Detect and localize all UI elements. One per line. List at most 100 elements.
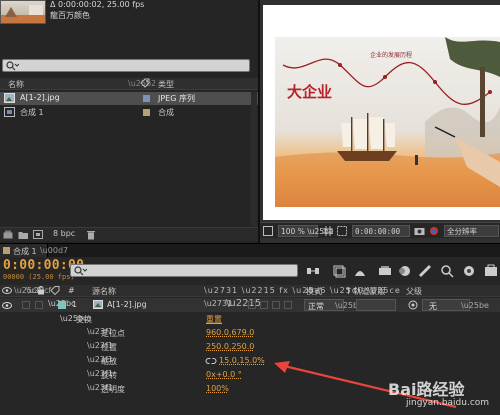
lock-icon xyxy=(38,286,44,295)
timeline-column-header: \u25c0) \u25cf # 源名称 \u2731 \u2215 fx \u… xyxy=(0,285,500,297)
property-name: 透明度 xyxy=(101,385,125,394)
column-parent: 父级 xyxy=(406,287,422,296)
project-footer: 8 bpc xyxy=(0,227,258,241)
property-value[interactable]: 250.0,250.0 xyxy=(206,342,254,351)
property-row-position: \u23f1 位置 250.0,250.0 xyxy=(0,340,500,354)
item-type: 合成 xyxy=(158,108,174,117)
tab-composition[interactable]: 合成 1 \u00d7 xyxy=(0,244,68,258)
trkmat-dropdown[interactable] xyxy=(356,299,396,311)
project-column-header: 名称 \u25b2 类型 xyxy=(0,78,258,90)
project-scrollbar[interactable] xyxy=(251,92,257,226)
label-color-swatch[interactable] xyxy=(143,109,150,116)
show-channel-icon[interactable] xyxy=(429,226,439,236)
property-row-anchor-point: \u23f1 定位点 960.0,679.0 xyxy=(0,326,500,340)
pick-whip-icon[interactable] xyxy=(408,300,418,310)
new-composition-icon[interactable] xyxy=(33,230,44,240)
reset-link[interactable]: 重置 xyxy=(206,314,222,325)
artwork-development-text: 企业的发展历程 xyxy=(370,51,412,59)
layer-index: 1 xyxy=(72,300,78,309)
constrain-proportions-link-icon[interactable] xyxy=(205,357,217,365)
property-name: 旋转 xyxy=(101,371,117,380)
label-color-swatch[interactable] xyxy=(143,95,150,102)
render-icon[interactable] xyxy=(484,264,498,278)
item-name: A[1-2].jpg xyxy=(20,93,60,102)
parent-dropdown[interactable]: 无 \u25be xyxy=(422,299,489,311)
property-value[interactable]: 15.0,15.0% xyxy=(219,356,265,365)
tab-color-swatch xyxy=(3,247,10,254)
transform-label: 变换 xyxy=(76,315,92,324)
column-number: # xyxy=(68,286,75,295)
bit-depth[interactable]: 8 bpc xyxy=(53,229,75,238)
search-icon xyxy=(74,266,87,276)
property-name: 位置 xyxy=(101,343,117,352)
mask-visibility-icon[interactable] xyxy=(337,226,347,236)
composition-mini-flowchart-icon[interactable] xyxy=(306,264,320,278)
chevron-down-icon: \u25be xyxy=(461,301,489,310)
layer-label-swatch[interactable] xyxy=(58,301,66,309)
resolution-value: 全分辨率 xyxy=(447,227,477,236)
3d-layer-switch[interactable] xyxy=(284,301,292,309)
close-icon[interactable]: \u00d7 xyxy=(40,246,68,255)
zoom-dropdown[interactable]: 100 % \u25be xyxy=(278,225,333,237)
video-visibility-icon xyxy=(2,287,12,294)
timeline-search-input[interactable] xyxy=(70,264,298,277)
item-name: 合成 1 xyxy=(20,108,44,117)
comp-subinfo: 龍百万颜色 xyxy=(50,11,90,20)
brainstorm-icon[interactable] xyxy=(440,264,454,278)
mode-dropdown[interactable]: 正常 \u25be xyxy=(304,299,363,311)
tag-icon xyxy=(140,78,150,88)
new-folder-icon[interactable] xyxy=(18,230,29,240)
tag-icon xyxy=(50,286,60,295)
layer-name: A[1-2].jpg xyxy=(107,300,147,309)
column-type[interactable]: 类型 xyxy=(158,79,174,90)
artwork-headline: 大企业 xyxy=(287,83,332,101)
visibility-eye-icon[interactable] xyxy=(2,301,12,310)
trash-icon[interactable] xyxy=(86,230,96,240)
image-file-icon xyxy=(4,93,15,103)
viewer-timecode[interactable]: 0:00:00:00 xyxy=(352,225,410,237)
project-panel xyxy=(0,0,258,243)
auto-keyframe-icon[interactable] xyxy=(462,264,476,278)
project-item-comp[interactable]: 合成 1 合成 xyxy=(0,106,258,119)
image-file-icon xyxy=(93,300,103,309)
lock-toggle[interactable] xyxy=(35,301,43,309)
solo-toggle[interactable] xyxy=(22,301,30,309)
grid-icon[interactable] xyxy=(323,226,333,236)
tab-label: 合成 1 xyxy=(13,247,37,256)
effect-switch[interactable] xyxy=(248,301,256,309)
draft-3d-icon[interactable] xyxy=(332,264,346,278)
watermark-url: jingyan.baidu.com xyxy=(406,398,490,408)
column-mode: 模式 xyxy=(306,287,322,296)
zoom-value: 100 % xyxy=(281,227,305,236)
project-item-footage[interactable]: A[1-2].jpg JPEG 序列 xyxy=(0,92,258,105)
layer-row[interactable]: \u25bc 1 A[1-2].jpg \u2731 \u2215 正常 \u2… xyxy=(0,298,500,312)
region-icon[interactable] xyxy=(263,226,273,236)
shy-layers-icon[interactable] xyxy=(353,264,367,278)
interpret-footage-icon[interactable] xyxy=(3,230,14,240)
column-trkmat: T 轨道蒙版 xyxy=(346,287,386,296)
property-value[interactable]: 100% xyxy=(206,384,229,393)
timeline-tab-bar: 合成 1 \u00d7 xyxy=(0,243,500,258)
watermark-brand: Bai路经验 xyxy=(388,380,465,399)
project-search-input[interactable] xyxy=(2,59,250,72)
property-value[interactable]: 0x+0.0 ° xyxy=(206,370,242,379)
comp-thumbnail xyxy=(0,0,46,24)
property-name: 定位点 xyxy=(101,329,125,338)
graph-editor-icon[interactable] xyxy=(418,264,432,278)
item-type: JPEG 序列 xyxy=(158,94,195,103)
comp-info: Δ 0:00:00:02, 25.00 fps xyxy=(50,0,145,9)
frame-blend-switch[interactable] xyxy=(260,301,268,309)
search-icon xyxy=(6,61,19,71)
resolution-dropdown[interactable]: 全分辨率 xyxy=(444,225,499,237)
transform-group[interactable]: \u25bc 变换 重置 xyxy=(0,312,500,326)
property-value[interactable]: 960.0,679.0 xyxy=(206,328,254,337)
frame-blending-icon[interactable] xyxy=(378,264,392,278)
property-name: 缩放 xyxy=(101,357,117,366)
motion-blur-icon[interactable] xyxy=(398,264,412,278)
column-name[interactable]: 名称 xyxy=(8,79,24,90)
snapshot-icon[interactable] xyxy=(414,226,425,236)
parent-value: 无 xyxy=(429,302,437,311)
column-source-name[interactable]: 源名称 xyxy=(92,286,116,297)
frame-info: 00000 (25.00 fps) xyxy=(3,273,75,281)
motion-blur-switch[interactable] xyxy=(272,301,280,309)
